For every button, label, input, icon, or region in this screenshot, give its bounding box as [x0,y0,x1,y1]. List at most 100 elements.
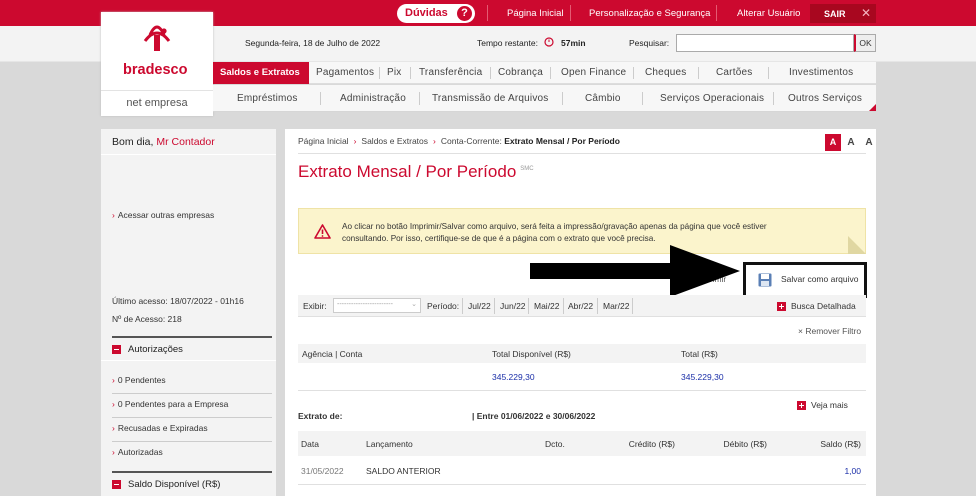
nav-administracao[interactable]: Administração [340,93,406,104]
expand-icon [797,401,806,410]
expand-icon [777,302,786,311]
divider [633,67,634,79]
divider [112,393,272,394]
brand-logo[interactable]: bradesco net empresa [101,12,213,116]
logout-button[interactable]: SAIR ✕ [810,4,876,23]
breadcrumb-saldos[interactable]: Saldos e Extratos [361,136,428,146]
change-user-link[interactable]: Alterar Usuário [737,8,800,19]
nav-cheques[interactable]: Cheques [645,67,686,78]
page-title-text: Extrato Mensal / Por Período [298,162,517,181]
col-debito: Débito (R$) [723,439,767,449]
nav-transferencia[interactable]: Transferência [419,67,482,78]
nav-pagamentos[interactable]: Pagamentos [316,67,374,78]
breadcrumb-current: Extrato Mensal / Por Período [504,136,620,146]
greeting: Bom dia, Mr Contador [112,136,215,148]
summary-header [298,344,866,363]
exibir-label: Exibir: [303,301,327,311]
other-companies-link[interactable]: › Acessar outras empresas [112,210,214,220]
exibir-select-value: ------------------------ [337,301,393,308]
search-input[interactable] [676,34,854,52]
chevron-right-icon: › [112,210,115,220]
chevron-right-icon: › [112,423,115,433]
personalization-link[interactable]: Personalização e Segurança [589,8,710,19]
authorizations-section[interactable]: Autorizações [101,344,276,355]
col-lancamento: Lançamento [366,439,413,449]
exibir-select[interactable]: ------------------------ ⌄ [333,298,421,313]
month-mar22[interactable]: Mar/22 [603,301,629,311]
search-ok-button[interactable]: OK [854,34,876,52]
row-saldo: 1,00 [844,466,861,476]
month-abr22[interactable]: Abr/22 [568,301,593,311]
warning-icon [314,224,331,239]
user-name[interactable]: Mr Contador [156,136,214,148]
nav-emprestimos[interactable]: Empréstimos [237,93,298,104]
nav-cobranca[interactable]: Cobrança [498,67,543,78]
auth-item-label: 0 Pendentes para a Empresa [117,399,229,409]
home-link[interactable]: Página Inicial [507,8,564,19]
font-size-medium[interactable]: A [843,134,859,151]
page-fold [848,236,866,254]
brand-name: bradesco [123,62,188,78]
divider [562,92,563,105]
auth-item-label: Autorizadas [117,447,163,457]
access-count: Nº de Acesso: 218 [112,314,182,324]
divider [101,154,276,155]
auth-item-authorized[interactable]: › Autorizadas [112,447,163,457]
col-dcto: Dcto. [545,439,565,449]
month-jul22[interactable]: Jul/22 [468,301,491,311]
summary-available-value: 345.229,30 [492,372,535,382]
detailed-search-link[interactable]: Busca Detalhada [791,301,856,311]
auth-item-refused[interactable]: › Recusadas e Expiradas [112,423,208,433]
nav-servicos-operacionais[interactable]: Serviços Operacionais [660,93,764,104]
auth-item-pending-company[interactable]: › 0 Pendentes para a Empresa [112,399,228,409]
nav-cartoes[interactable]: Cartões [716,67,752,78]
authorizations-title: Autorizações [128,344,183,355]
nav-investimentos[interactable]: Investimentos [789,67,853,78]
auth-item-pending[interactable]: › 0 Pendentes [112,375,166,385]
nav-pix[interactable]: Pix [387,67,402,78]
divider [773,92,774,105]
nav-outros-servicos[interactable]: Outros Serviços [788,93,862,104]
filter-bar: Exibir: ------------------------ ⌄ Períod… [298,295,866,317]
chevron-right-icon: › [112,375,115,385]
divider [379,67,380,79]
divider [642,92,643,105]
alert-line: Ao clicar no botão Imprimir/Salvar como … [342,222,767,231]
nav-saldos-extratos[interactable]: Saldos e Extratos [213,62,309,84]
divider [597,298,598,314]
font-size-large[interactable]: A [861,134,877,151]
chevron-right-icon: › [112,447,115,457]
divider [112,471,272,473]
question-icon: ? [457,6,472,21]
floppy-disk-icon [758,273,772,287]
main-content: Página Inicial › Saldos e Extratos › Conta-C… [285,129,876,496]
month-jun22[interactable]: Jun/22 [500,301,526,311]
remove-filter-link[interactable]: × Remover Filtro [798,326,861,336]
nav-transmissao-arquivos[interactable]: Transmissão de Arquivos [432,93,549,104]
divider [563,298,564,314]
divider [528,298,529,314]
month-mai22[interactable]: Mai/22 [534,301,560,311]
page-title-code: SMC [520,166,534,172]
nav-open-finance[interactable]: Open Finance [561,67,626,78]
timer-value: 57min [561,38,586,48]
help-button[interactable]: Dúvidas? [397,4,475,23]
divider [112,417,272,418]
font-size-small[interactable]: A [825,134,841,151]
col-saldo: Saldo (R$) [820,439,861,449]
save-as-file-button[interactable]: Salvar como arquivo [743,262,867,298]
summary-col-total: Total (R$) [681,349,718,359]
divider [419,92,420,105]
periodo-label: Período: [427,301,460,311]
nav-cambio[interactable]: Câmbio [585,93,621,104]
collapse-icon [112,345,121,354]
current-date: Segunda-feira, 18 de Julho de 2022 [245,38,381,48]
extrato-label: Extrato de: [298,411,343,421]
balance-section[interactable]: Saldo Disponível (R$) [101,479,276,490]
balance-title: Saldo Disponível (R$) [128,479,221,490]
breadcrumb-home[interactable]: Página Inicial [298,136,349,146]
chevron-right-icon: › [353,136,357,146]
chevron-right-icon: › [112,399,115,409]
see-more-link[interactable]: Veja mais [811,400,848,410]
page-title: Extrato Mensal / Por Período SMC [298,162,534,182]
